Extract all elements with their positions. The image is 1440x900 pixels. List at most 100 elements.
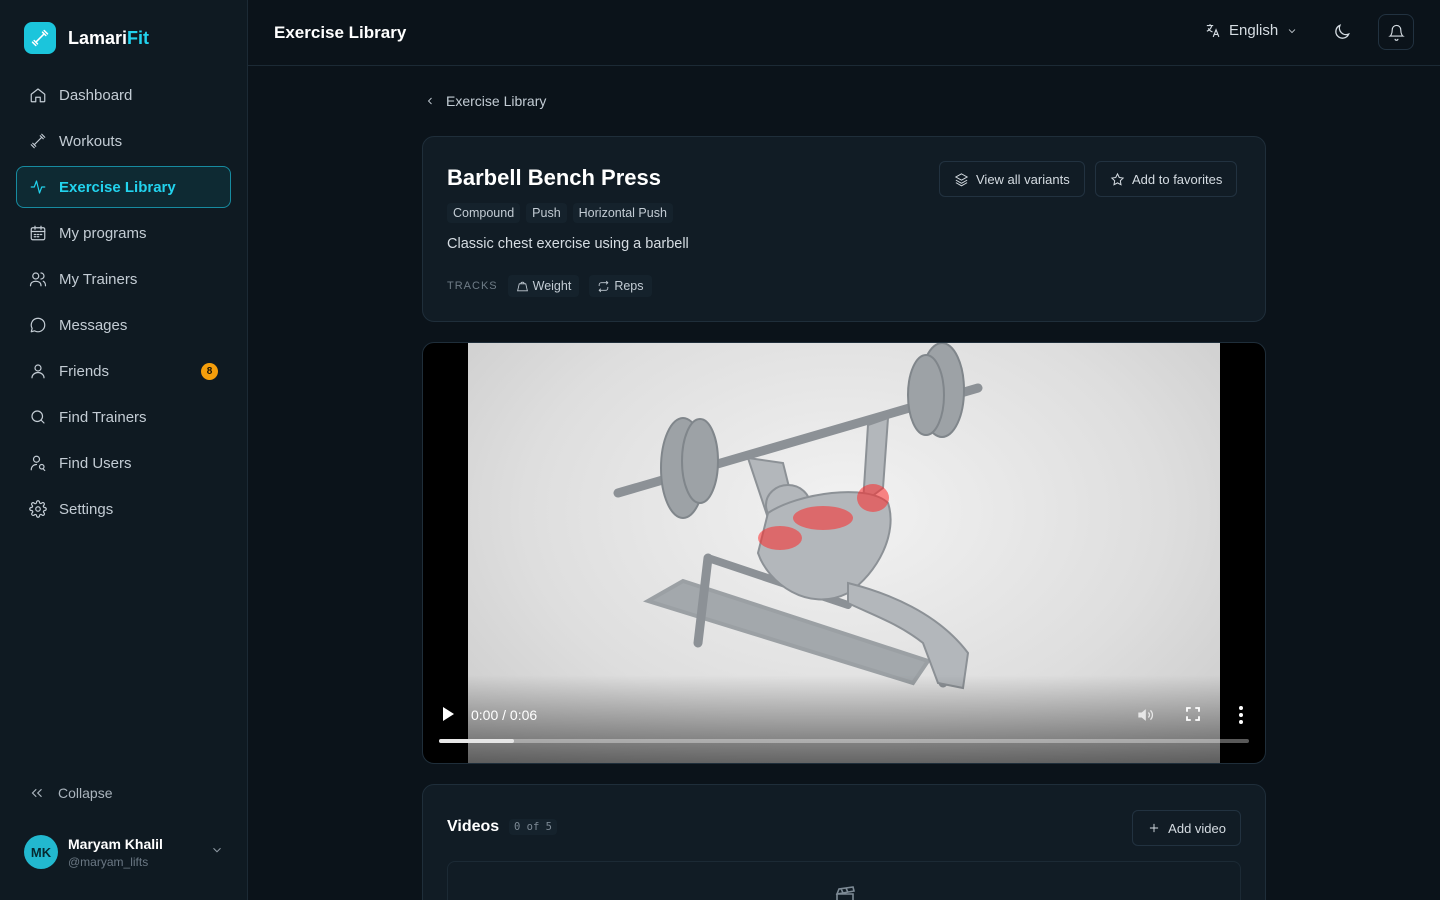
tracks-row: TRACKS Weight Reps [447,275,662,297]
sidebar-item-my-programs[interactable]: My programs [16,212,231,254]
videos-empty-state [447,861,1241,900]
chevron-left-icon [427,97,432,105]
friends-count-badge: 8 [201,363,218,380]
video-player[interactable]: 0:00 / 0:06 [422,342,1266,764]
user-name: Maryam Khalil [68,835,163,852]
user-handle: @maryam_lifts [68,854,149,869]
add-video-label: Add video [1168,820,1226,836]
search-icon [29,408,47,426]
fullscreen-button[interactable] [1184,705,1202,728]
sidebar-item-label: Find Users [59,454,132,472]
chevron-down-icon [1288,28,1296,33]
volume-icon [1138,709,1153,721]
add-to-favorites-label: Add to favorites [1132,171,1223,187]
bell-icon [1387,24,1405,41]
videos-card: Videos 0 of 5 Add video [422,784,1266,900]
sidebar: LamariFit Dashboard Workouts Exercise Li… [0,0,248,900]
top-bar: Exercise Library English [248,0,1440,66]
layers-icon [954,172,969,186]
user-search-icon [29,454,47,472]
user-info: Maryam Khalil @maryam_lifts [68,836,163,869]
tracks-label: TRACKS [447,280,498,292]
collapse-sidebar-button[interactable]: Collapse [28,784,112,802]
play-icon [443,707,454,721]
sidebar-item-my-trainers[interactable]: My Trainers [16,258,231,300]
tag: Compound [447,203,521,223]
translate-icon [1206,24,1220,38]
video-frame[interactable] [468,343,1220,763]
moon-icon [1335,24,1350,39]
weight-icon [516,281,528,291]
collapse-label: Collapse [58,785,113,801]
sidebar-item-label: Exercise Library [59,178,176,196]
message-icon [29,316,47,334]
sidebar-item-label: My Trainers [59,270,138,288]
notifications-button[interactable] [1378,14,1414,50]
brand-name-main: Lamari [68,27,128,48]
tag: Push [526,203,567,223]
sidebar-item-label: My programs [59,224,147,242]
exercise-description: Classic chest exercise using a barbell [447,236,689,252]
sidebar-item-find-users[interactable]: Find Users [16,442,231,484]
repeat-icon [598,280,609,292]
plus-icon [1150,823,1159,833]
calendar-icon [29,224,47,242]
gear-icon [29,500,47,518]
videos-title: Videos [447,818,500,835]
add-to-favorites-button[interactable]: Add to favorites [1095,161,1238,197]
track-label: Weight [532,279,572,293]
exercise-tags: Compound Push Horizontal Push [447,203,679,223]
sidebar-item-label: Dashboard [59,86,133,104]
theme-toggle-button[interactable] [1332,22,1352,47]
home-icon [29,86,47,104]
clapperboard-icon [835,886,855,900]
view-all-variants-button[interactable]: View all variants [939,161,1085,197]
dumbbell-icon [29,132,47,150]
sidebar-item-friends[interactable]: Friends 8 [16,350,231,392]
video-time: 0:00 / 0:06 [471,707,538,723]
language-selector[interactable]: English [1204,22,1298,39]
track-reps: Reps [589,275,652,297]
video-progress-bar[interactable] [439,739,1249,743]
brand-name: LamariFit [68,28,149,49]
exercise-info-card: Barbell Bench Press Compound Push Horizo… [422,136,1266,322]
chevron-down-icon [210,843,224,862]
users-icon [29,270,47,288]
fullscreen-icon [1186,707,1200,721]
sidebar-item-label: Workouts [59,132,123,150]
video-options-button[interactable] [1235,705,1247,730]
sidebar-item-exercise-library[interactable]: Exercise Library [16,166,231,208]
track-label: Reps [614,279,644,293]
tag: Horizontal Push [572,203,673,223]
sidebar-item-workouts[interactable]: Workouts [16,120,231,162]
page-title: Exercise Library [274,23,407,42]
sidebar-item-settings[interactable]: Settings [16,488,231,530]
exercise-title: Barbell Bench Press [447,165,661,190]
breadcrumb-label: Exercise Library [446,93,547,109]
videos-count-badge: 0 of 5 [509,819,557,835]
user-menu[interactable]: MK Maryam Khalil @maryam_lifts [24,834,224,870]
sidebar-nav: Dashboard Workouts Exercise Library My p… [16,74,231,534]
view-all-variants-label: View all variants [976,171,1070,187]
video-controls-gradient [468,675,1220,763]
mute-button[interactable] [1135,705,1155,730]
brand[interactable]: LamariFit [24,22,149,54]
star-icon [1110,172,1125,186]
language-label: English [1229,22,1279,39]
breadcrumb-back-link[interactable]: Exercise Library [424,93,546,109]
sidebar-item-messages[interactable]: Messages [16,304,231,346]
sidebar-item-label: Friends [59,362,110,380]
user-icon [29,362,47,380]
sidebar-item-label: Settings [59,500,114,518]
sidebar-item-find-trainers[interactable]: Find Trainers [16,396,231,438]
track-weight: Weight [507,275,580,297]
add-video-button[interactable]: Add video [1132,810,1241,846]
chevrons-left-icon [31,788,42,798]
more-vertical-icon [1239,706,1243,724]
play-button[interactable] [441,706,455,727]
dumbbell-logo-icon [24,22,56,54]
sidebar-item-label: Find Trainers [59,408,147,426]
video-progress-fill [439,739,515,743]
avatar: MK [24,835,58,869]
sidebar-item-dashboard[interactable]: Dashboard [16,74,231,116]
